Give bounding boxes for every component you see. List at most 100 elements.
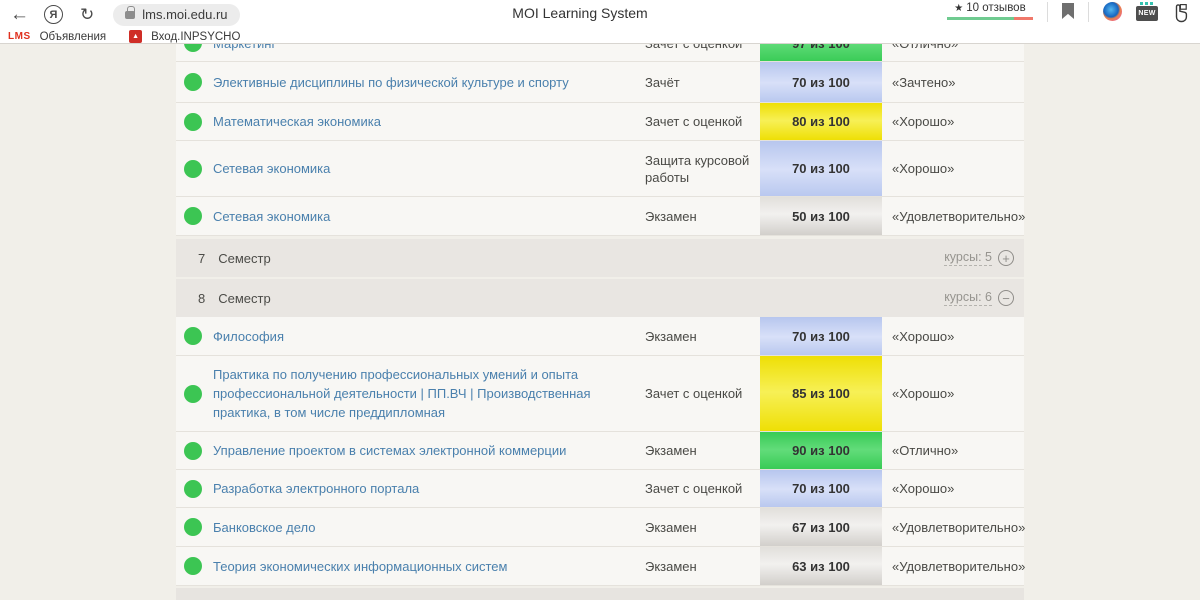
table-row: Маркетинг Зачет с оценкой 97 из 100 «Отл… — [176, 44, 1024, 62]
status-marker-cell — [176, 73, 213, 91]
divider — [1047, 2, 1048, 22]
exam-type: Зачет с оценкой — [645, 113, 760, 130]
courses-count-link[interactable]: курсы: 6 — [944, 290, 992, 306]
table-row: Философия Экзамен 70 из 100 «Хорошо» — [176, 317, 1024, 356]
green-dot-icon — [184, 480, 202, 498]
rating-bar — [947, 17, 1033, 20]
course-link[interactable]: Разработка электронного портала — [213, 479, 645, 498]
course-link[interactable]: Теория экономических информационных сист… — [213, 557, 645, 576]
table-row: Разработка электронного портала Зачет с … — [176, 470, 1024, 508]
bookmark-flag-icon[interactable] — [1062, 3, 1074, 19]
status-marker-cell — [176, 207, 213, 225]
url-field[interactable]: lms.moi.edu.ru — [113, 4, 239, 26]
course-link[interactable]: Математическая экономика — [213, 112, 645, 131]
grade-cell: «Зачтено» — [882, 75, 1024, 90]
exam-type: Экзамен — [645, 519, 760, 536]
score-cell: 97 из 100 — [760, 44, 882, 62]
grade-cell: «Хорошо» — [882, 114, 1024, 129]
course-link[interactable]: Сетевая экономика — [213, 159, 645, 178]
score-cell: 85 из 100 — [760, 356, 882, 431]
table-row: Сетевая экономика Экзамен 50 из 100 «Удо… — [176, 197, 1024, 236]
refresh-icon[interactable]: ↻ — [80, 5, 94, 25]
table-row: Практика по получению профессиональных у… — [176, 356, 1024, 432]
collections-hand-icon[interactable] — [1172, 3, 1190, 28]
divider — [1088, 2, 1089, 22]
university-favicon[interactable]: ▲ — [129, 30, 142, 43]
courses-count-link[interactable]: курсы: 5 — [944, 250, 992, 266]
lms-favicon[interactable]: LMS — [8, 31, 31, 42]
score-cell: 63 из 100 — [760, 547, 882, 585]
score-cell: 80 из 100 — [760, 103, 882, 140]
grade-cell: «Отлично» — [882, 44, 1024, 51]
exam-type: Зачет с оценкой — [645, 480, 760, 497]
semester-label: Семестр — [218, 291, 270, 306]
browser-chrome: ← Я ↻ lms.moi.edu.ru MOI Learning System… — [0, 0, 1200, 44]
green-dot-icon — [184, 385, 202, 403]
exam-type: Защита курсовой работы — [645, 152, 760, 186]
table-row: Банковское дело Экзамен 67 из 100 «Удовл… — [176, 508, 1024, 547]
course-link[interactable]: Элективные дисциплины по физической куль… — [213, 73, 645, 92]
status-marker-cell — [176, 113, 213, 131]
semester-number: 7 — [198, 251, 205, 266]
status-marker-cell — [176, 480, 213, 498]
grade-cell: «Удовлетворительно» — [882, 209, 1025, 224]
status-marker-cell — [176, 327, 213, 345]
lock-icon — [125, 11, 135, 19]
url-text[interactable]: lms.moi.edu.ru — [142, 7, 227, 22]
course-link[interactable]: Управление проектом в системах электронн… — [213, 441, 645, 460]
green-dot-icon — [184, 442, 202, 460]
page-content: Маркетинг Зачет с оценкой 97 из 100 «Отл… — [0, 44, 1200, 600]
semester-header-7: 7 Семестр курсы: 5 + — [176, 239, 1024, 277]
bookmark-announcements[interactable]: Объявления — [40, 31, 107, 43]
address-bar-actions: ★10 отзывов NEW — [947, 0, 1190, 29]
bookmarks-bar: LMS Объявления ▲ Вход.INPSYCHO — [0, 29, 1200, 44]
status-marker-cell — [176, 557, 213, 575]
exam-type: Экзамен — [645, 442, 760, 459]
green-dot-icon — [184, 73, 202, 91]
course-link[interactable]: Практика по получению профессиональных у… — [213, 365, 645, 422]
extension-icon[interactable] — [1103, 2, 1122, 21]
course-link[interactable]: Банковское дело — [213, 518, 645, 537]
new-badge-icon[interactable]: NEW — [1136, 6, 1158, 21]
score-cell: 50 из 100 — [760, 197, 882, 235]
green-dot-icon — [184, 44, 202, 52]
score-cell: 70 из 100 — [760, 141, 882, 196]
score-cell: 90 из 100 — [760, 432, 882, 469]
expand-plus-icon[interactable]: + — [998, 250, 1014, 266]
status-marker-cell — [176, 160, 213, 178]
grade-cell: «Хорошо» — [882, 329, 1024, 344]
exam-type: Экзамен — [645, 558, 760, 575]
green-dot-icon — [184, 113, 202, 131]
grade-cell: «Хорошо» — [882, 161, 1024, 176]
exam-type: Зачёт — [645, 74, 760, 91]
course-link[interactable]: Сетевая экономика — [213, 207, 645, 226]
grade-table: Маркетинг Зачет с оценкой 97 из 100 «Отл… — [176, 44, 1024, 600]
reviews-rating[interactable]: ★10 отзывов — [947, 2, 1033, 20]
profile-icon[interactable]: Я — [44, 5, 63, 24]
reviews-label: ★10 отзывов — [954, 2, 1025, 14]
grade-cell: «Хорошо» — [882, 386, 1024, 401]
table-row: Сетевая экономика Защита курсовой работы… — [176, 141, 1024, 197]
course-link[interactable]: Маркетинг — [213, 44, 645, 53]
green-dot-icon — [184, 327, 202, 345]
exam-type: Зачет с оценкой — [645, 44, 760, 52]
table-row: Теория экономических информационных сист… — [176, 547, 1024, 586]
grade-cell: «Удовлетворительно» — [882, 520, 1025, 535]
green-dot-icon — [184, 518, 202, 536]
score-cell: 70 из 100 — [760, 470, 882, 507]
grade-cell: «Хорошо» — [882, 481, 1024, 496]
green-dot-icon — [184, 207, 202, 225]
score-cell: 70 из 100 — [760, 317, 882, 355]
table-row: Управление проектом в системах электронн… — [176, 432, 1024, 470]
back-icon[interactable]: ← — [10, 5, 29, 25]
green-dot-icon — [184, 160, 202, 178]
star-icon: ★ — [954, 3, 963, 14]
collapse-minus-icon[interactable]: − — [998, 290, 1014, 306]
status-marker-cell — [176, 442, 213, 460]
bookmark-login[interactable]: Вход.INPSYCHO — [151, 31, 240, 43]
score-cell: 67 из 100 — [760, 508, 882, 546]
exam-type: Экзамен — [645, 208, 760, 225]
course-link[interactable]: Философия — [213, 327, 645, 346]
table-row: Элективные дисциплины по физической куль… — [176, 62, 1024, 103]
exam-type: Зачет с оценкой — [645, 385, 760, 402]
